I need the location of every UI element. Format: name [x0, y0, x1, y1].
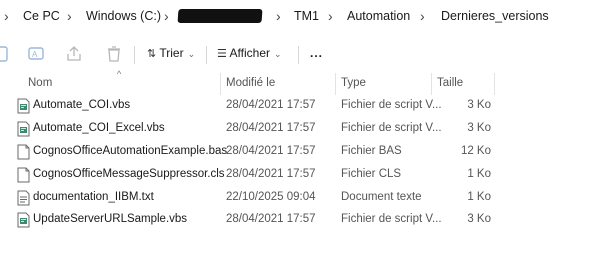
file-row[interactable]: Automate_COI_Excel.vbs 28/04/2021 17:57 … — [0, 118, 606, 140]
more-options-button[interactable]: ... — [310, 46, 323, 60]
file-type: Fichier de script V... — [341, 122, 442, 134]
breadcrumb-automation[interactable]: Automation — [347, 9, 410, 23]
column-divider[interactable] — [335, 73, 336, 95]
toolbar-divider — [206, 46, 207, 64]
file-row[interactable]: CognosOfficeAutomationExample.bas 28/04/… — [0, 141, 606, 163]
vbs-script-icon — [17, 98, 30, 114]
file-name: CognosOfficeAutomationExample.bas — [33, 145, 228, 157]
file-size: 3 Ko — [467, 99, 491, 111]
chevron-down-icon: ⌄ — [187, 49, 196, 59]
column-divider[interactable] — [431, 73, 432, 95]
chevron-right-icon[interactable]: › — [4, 8, 9, 24]
redacted-folder — [177, 9, 263, 23]
column-divider[interactable] — [220, 73, 221, 95]
view-button[interactable]: ☰ Afficher ⌄ — [217, 46, 282, 60]
file-row[interactable]: Automate_COI.vbs 28/04/2021 17:57 Fichie… — [0, 95, 606, 117]
file-row[interactable]: CognosOfficeMessageSuppressor.cls 28/04/… — [0, 164, 606, 186]
chevron-right-icon[interactable]: › — [420, 8, 425, 24]
chevron-right-icon[interactable]: › — [67, 8, 72, 24]
column-header-size[interactable]: Taille — [437, 77, 463, 89]
vbs-script-icon — [17, 212, 30, 228]
toolbar-divider — [134, 46, 135, 64]
sort-icon: ⇅ — [147, 48, 157, 60]
file-size: 12 Ko — [460, 145, 491, 157]
file-type: Fichier CLS — [341, 168, 402, 180]
chevron-right-icon[interactable]: › — [328, 8, 333, 24]
file-type: Fichier de script V... — [341, 213, 442, 225]
view-label: Afficher — [229, 46, 271, 60]
view-icon: ☰ — [217, 48, 227, 60]
file-row[interactable]: UpdateServerURLSample.vbs 28/04/2021 17:… — [0, 209, 606, 231]
sort-ascending-icon: ^ — [117, 69, 122, 79]
vbs-script-icon — [17, 121, 30, 137]
chevron-right-icon[interactable]: › — [276, 8, 281, 24]
text-document-icon — [17, 190, 30, 206]
sort-button[interactable]: ⇅ Trier ⌄ — [147, 46, 195, 60]
column-header-name[interactable]: Nom — [28, 77, 52, 89]
file-date: 28/04/2021 17:57 — [226, 168, 316, 180]
file-date: 22/10/2025 09:04 — [226, 191, 316, 203]
file-name: Automate_COI.vbs — [33, 99, 131, 111]
generic-file-icon — [17, 167, 30, 183]
file-name: UpdateServerURLSample.vbs — [33, 213, 188, 225]
breadcrumb-tm1[interactable]: TM1 — [294, 9, 319, 23]
address-bar[interactable]: › Ce PC › Windows (C:) › › TM1 › Automat… — [0, 0, 606, 34]
command-bar: A ⇅ Trier ⌄ ☰ Afficher ⌄ ... — [0, 40, 606, 70]
file-type: Fichier de script V... — [341, 99, 442, 111]
column-header-type[interactable]: Type — [341, 77, 366, 89]
breadcrumb-this-pc[interactable]: Ce PC — [23, 9, 60, 23]
share-icon[interactable] — [64, 44, 84, 64]
column-divider[interactable] — [494, 73, 495, 95]
file-name: CognosOfficeMessageSuppressor.cls — [33, 168, 225, 180]
file-name: documentation_IIBM.txt — [33, 191, 154, 203]
rename-icon[interactable]: A — [26, 44, 46, 64]
file-name: Automate_COI_Excel.vbs — [33, 122, 165, 134]
generic-file-icon — [17, 144, 30, 160]
file-size: 1 Ko — [467, 191, 491, 203]
new-icon[interactable] — [0, 44, 12, 64]
chevron-down-icon: ⌄ — [274, 49, 282, 59]
file-size: 3 Ko — [467, 122, 491, 134]
file-row[interactable]: documentation_IIBM.txt 22/10/2025 09:04 … — [0, 187, 606, 209]
chevron-right-icon[interactable]: › — [164, 8, 169, 24]
breadcrumb-dernieres-versions[interactable]: Dernieres_versions — [441, 9, 549, 23]
file-date: 28/04/2021 17:57 — [226, 122, 316, 134]
file-type: Document texte — [341, 191, 422, 203]
toolbar-divider — [298, 46, 299, 64]
delete-icon[interactable] — [104, 44, 124, 64]
file-date: 28/04/2021 17:57 — [226, 213, 316, 225]
file-type: Fichier BAS — [341, 145, 402, 157]
breadcrumb-windows-drive[interactable]: Windows (C:) — [86, 9, 161, 23]
column-header-date[interactable]: Modifié le — [226, 77, 275, 89]
file-date: 28/04/2021 17:57 — [226, 99, 316, 111]
file-size: 3 Ko — [467, 213, 491, 225]
svg-text:A: A — [32, 50, 38, 59]
file-size: 1 Ko — [467, 168, 491, 180]
sort-label: Trier — [159, 46, 184, 60]
file-date: 28/04/2021 17:57 — [226, 145, 316, 157]
